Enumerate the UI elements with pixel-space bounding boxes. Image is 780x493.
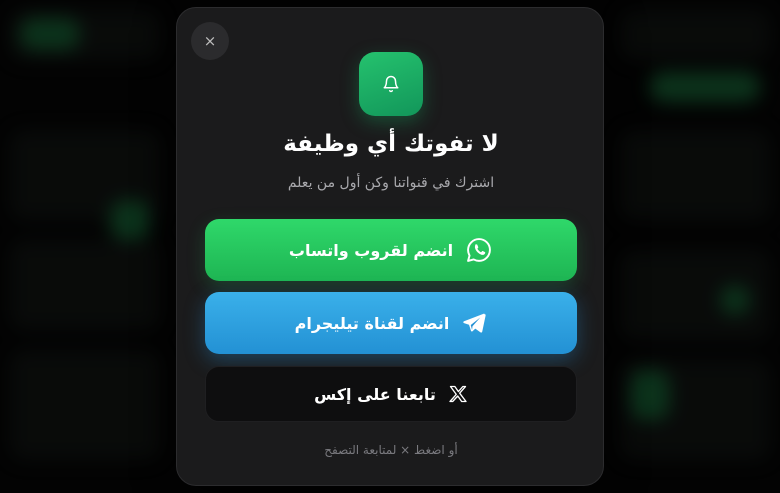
dismiss-hint: أو اضغط × لمتابعة التصفح xyxy=(324,443,458,457)
telegram-icon xyxy=(463,313,487,333)
bell-icon xyxy=(383,75,399,93)
whatsapp-button-label: انضم لقروب واتساب xyxy=(288,240,454,260)
join-telegram-button[interactable]: انضم لقناة تيليجرام xyxy=(205,292,577,354)
subscribe-modal: × لا تفوتك أي وظيفة اشترك في قنواتنا وكن… xyxy=(176,7,604,486)
close-button[interactable]: × xyxy=(191,22,229,60)
x-logo-icon xyxy=(449,385,467,403)
whatsapp-icon xyxy=(467,238,492,262)
follow-x-button[interactable]: تابعنا على إكس xyxy=(205,366,577,422)
close-icon: × xyxy=(203,32,217,50)
x-button-label: تابعنا على إكس xyxy=(314,384,436,404)
modal-title: لا تفوتك أي وظيفة xyxy=(283,131,499,157)
join-whatsapp-button[interactable]: انضم لقروب واتساب xyxy=(205,219,577,281)
telegram-button-label: انضم لقناة تيليجرام xyxy=(294,313,450,333)
modal-subtitle: اشترك في قنواتنا وكن أول من يعلم xyxy=(287,175,495,191)
bell-badge xyxy=(359,52,423,116)
